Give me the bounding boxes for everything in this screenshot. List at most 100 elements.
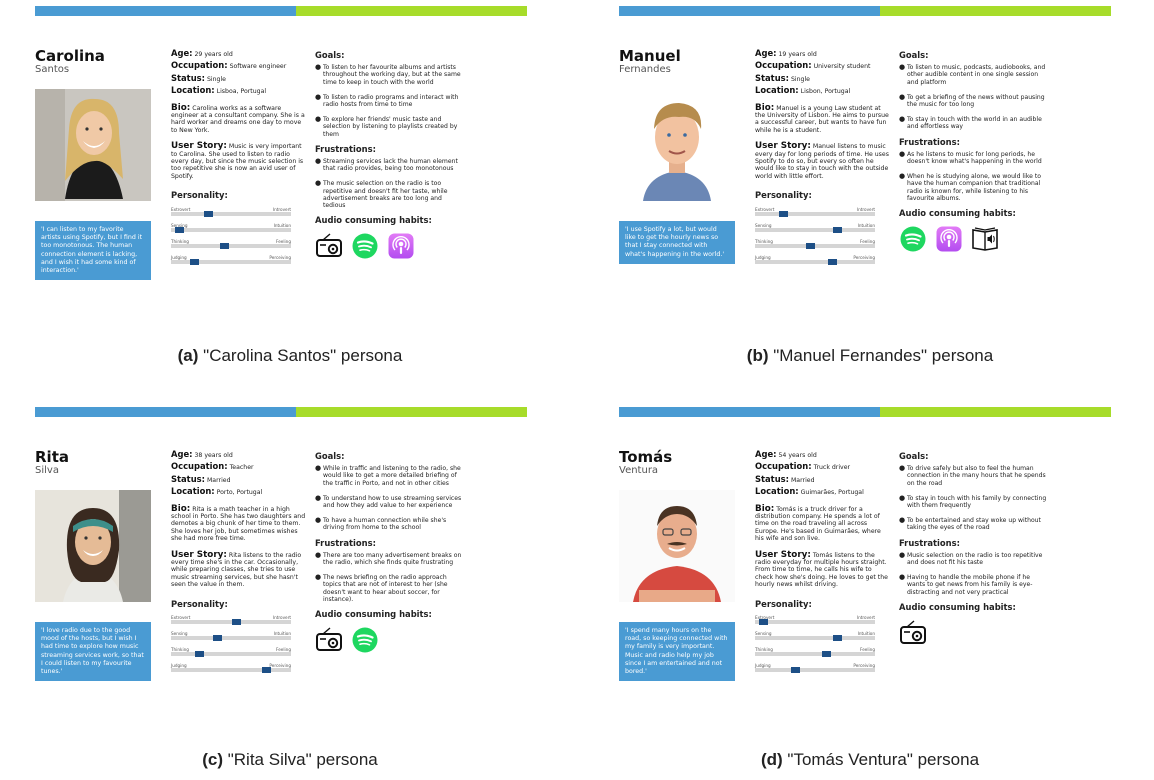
slider-left-label: Sensing (755, 222, 772, 228)
slider-track (171, 210, 291, 217)
caption-text: "Rita Silva" persona (227, 750, 378, 769)
slider-left-label: Judging (171, 254, 187, 260)
slider-right-label: Feeling (860, 238, 875, 244)
age-row: Age: 29 years old (171, 48, 233, 58)
goals-column: Goals: ● To listen to her favourite album… (315, 51, 465, 260)
spotify-icon (351, 626, 379, 654)
slider-right-label: Perceiving (269, 663, 291, 669)
bio-row: Bio: Manuel is a young Law student at th… (755, 102, 889, 134)
slider-left-label: Thinking (171, 647, 189, 653)
slider-track (755, 242, 875, 249)
habits-icons (899, 225, 1049, 253)
slider-left-label: Extrovert (755, 206, 775, 212)
goal-item: ● To drive safely but also to feel the hu… (899, 465, 1049, 487)
goal-item: ● To explore her friends' music taste and… (315, 116, 465, 138)
slider-left-label: Judging (755, 254, 771, 260)
first-name: Carolina (35, 47, 105, 65)
age-row: Age: 19 years old (755, 48, 817, 58)
slider-knob (821, 651, 831, 658)
goals-heading: Goals: (899, 50, 929, 60)
goal-item: ● To listen to music, podcasts, audiobook… (899, 64, 1049, 86)
slider-track (171, 667, 291, 674)
slider-right-label: Intuition (273, 631, 291, 637)
habits-heading: Audio consuming habits: (315, 609, 432, 620)
frustration-item: ● As he listens to music for long periods… (899, 150, 1049, 165)
caption-text: "Carolina Santos" persona (203, 346, 403, 365)
personality-heading: Personality: (171, 190, 228, 201)
slider-track (171, 242, 291, 249)
slider-knob (213, 635, 223, 642)
frustration-item: ● Having to handle the mobile phone if he… (899, 574, 1049, 596)
occupation-row: Occupation: University student (755, 60, 871, 71)
personality-slider: Thinking Feeling (755, 238, 875, 249)
bullet-icon: ● (315, 63, 322, 72)
goal-item-text: To understand how to use streaming servi… (323, 494, 462, 510)
frustration-item: ● There are too many advertisement breaks… (315, 551, 465, 566)
frustration-item-text: Music selection on the radio is too repe… (907, 551, 1043, 567)
habits-heading: Audio consuming habits: (315, 215, 432, 226)
slider-right-label: Intuition (273, 222, 291, 228)
status-row: Status: Single (755, 72, 810, 83)
goal-item: ● To stay in touch with the world in an a… (899, 116, 1049, 131)
spotify-icon (899, 225, 927, 253)
bullet-icon: ● (899, 464, 906, 473)
slider-left-label: Sensing (171, 631, 188, 637)
first-name: Rita (35, 448, 69, 466)
slider-knob (219, 242, 229, 249)
personality-slider: Thinking Feeling (755, 646, 875, 658)
slider-track (755, 619, 875, 626)
occupation-row: Occupation: Teacher (171, 461, 254, 472)
bullet-icon: ● (899, 550, 906, 559)
user-story-row: User Story: Music is very important to C… (171, 141, 304, 180)
frustration-item-text: When he is studying alone, we would like… (907, 173, 1041, 202)
goals-heading: Goals: (315, 451, 345, 461)
goal-item: ● To understand how to use streaming serv… (315, 493, 465, 510)
personality-slider: Extrovert Introvert (171, 614, 291, 626)
personality-heading: Personality: (755, 598, 812, 609)
user-story-row: User Story: Tomás listens to the radio e… (755, 549, 888, 589)
bullet-icon: ● (315, 493, 322, 502)
occupation-row: Occupation: Software engineer (171, 60, 287, 71)
goal-item: ● To stay in touch with his family by con… (899, 494, 1049, 509)
goal-item: ● To be entertained and stay woke up with… (899, 516, 1049, 532)
goal-item: ● To listen to her favourite albums and a… (315, 64, 465, 86)
goal-item-text: To listen to radio programs and interact… (323, 93, 459, 109)
slider-right-label: Introvert (272, 615, 291, 621)
slider-right-label: Perceiving (269, 254, 291, 260)
slider-knob (790, 667, 800, 674)
frustration-item-text: Having to handle the mobile phone if he … (907, 574, 1033, 596)
goals-list: ● To listen to music, podcasts, audiobook… (899, 64, 1049, 131)
habits-icons (899, 619, 1049, 647)
bio-row: Bio: Rita is a math teacher in a high sc… (171, 503, 306, 543)
persona-photo (35, 490, 151, 602)
status-row: Status: Married (755, 473, 815, 484)
persona-quote: 'I love radio due to the good mood of th… (35, 622, 151, 682)
slider-track (755, 667, 875, 674)
goal-item: ● To get a briefing of the news without p… (899, 93, 1049, 108)
user-story-row: User Story: Rita listens to the radio ev… (171, 549, 302, 589)
figure-caption: (d) "Tomás Ventura" persona (590, 750, 1150, 770)
figure-caption: (b) "Manuel Fernandes" persona (590, 346, 1150, 366)
slider-left-label: Thinking (755, 647, 773, 653)
slider-left-label: Thinking (171, 238, 189, 244)
details-column: Age: 38 years old Occupation: Teacher St… (171, 450, 306, 678)
personality-slider: Judging Perceiving (171, 662, 291, 674)
slider-left-label: Thinking (755, 238, 773, 244)
identity-column: Carolina Santos 'I can listen to my favo… (35, 47, 155, 281)
persona-card: Carolina Santos 'I can listen to my favo… (35, 6, 527, 336)
persona-card: Manuel Fernandes 'I use Spotify a lot, b… (619, 6, 1111, 336)
habits-heading: Audio consuming habits: (899, 208, 1016, 219)
bullet-icon: ● (315, 573, 322, 582)
slider-right-label: Perceiving (853, 254, 875, 260)
frustration-item-text: The news briefing on the radio approach … (323, 574, 448, 603)
location-row: Location: Porto, Portugal (171, 486, 263, 497)
slider-left-label: Judging (755, 663, 771, 669)
bullet-icon: ● (315, 179, 322, 188)
personality-slider: Extrovert Introvert (755, 206, 875, 217)
details-column: Age: 54 years old Occupation: Truck driv… (755, 450, 890, 678)
header-color-bar (619, 407, 1111, 417)
bullet-icon: ● (899, 516, 906, 525)
slider-track (755, 635, 875, 642)
radio-icon (315, 626, 343, 654)
slider-left-label: Extrovert (171, 206, 191, 212)
